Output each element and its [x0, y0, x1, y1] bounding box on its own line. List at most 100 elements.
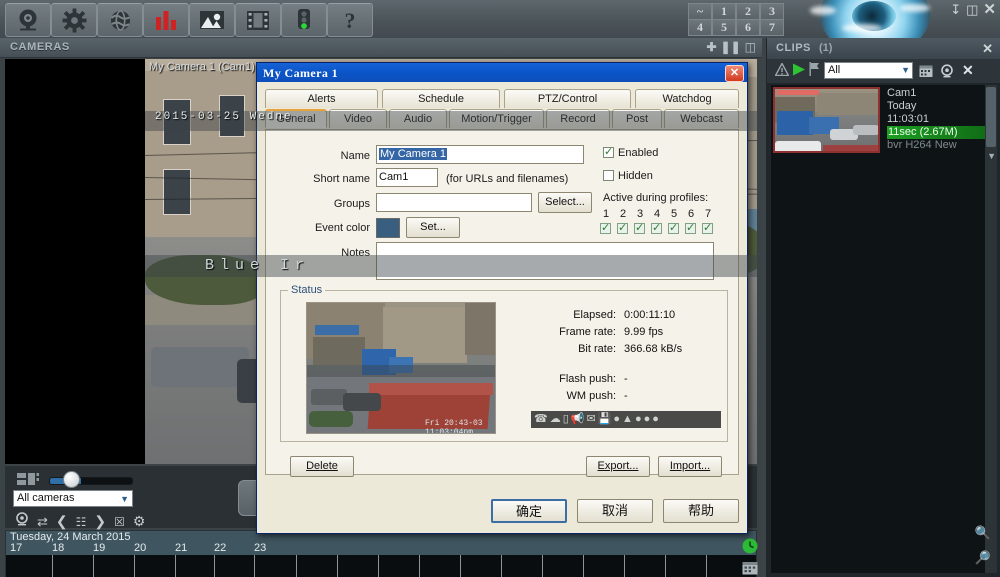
- restore-icon[interactable]: ◫: [966, 3, 978, 16]
- zoom-slider-knob[interactable]: [63, 471, 80, 488]
- profile-number: 5: [669, 208, 679, 220]
- timeline-calendar-icon[interactable]: [742, 560, 758, 577]
- enabled-checkbox[interactable]: [603, 147, 614, 158]
- hidden-checkbox[interactable]: [603, 170, 614, 181]
- minimize-to-tray-icon[interactable]: ↧: [950, 3, 961, 16]
- layout-icon[interactable]: [17, 472, 39, 490]
- camera-cell-empty[interactable]: [5, 59, 145, 464]
- profile-key-5[interactable]: 5: [712, 19, 736, 36]
- next-icon[interactable]: ❯: [94, 513, 106, 530]
- name-input[interactable]: My Camera 1: [376, 145, 584, 164]
- traffic-light-icon[interactable]: [281, 3, 327, 37]
- clip-day: Today: [887, 100, 991, 113]
- image-icon[interactable]: [189, 3, 235, 37]
- zoom-out-icon[interactable]: 🔍: [975, 525, 991, 541]
- profile-key-4[interactable]: 4: [688, 19, 712, 36]
- close-icon[interactable]: ✕: [983, 3, 996, 16]
- bit-rate-label: Bit rate:: [516, 343, 616, 355]
- event-color-swatch[interactable]: [376, 218, 400, 238]
- pause-icon[interactable]: ❚❚: [721, 40, 741, 54]
- dialog-titlebar[interactable]: My Camera 1 ✕: [257, 63, 747, 82]
- import-button-label: Import...: [670, 460, 710, 472]
- info-icon[interactable]: ●: [644, 414, 651, 425]
- profile-checkbox-6[interactable]: [685, 223, 696, 234]
- megaphone-icon[interactable]: 📢: [571, 414, 585, 425]
- clips-filter-select[interactable]: All ▼: [824, 62, 913, 79]
- clock-icon[interactable]: ●: [652, 414, 659, 425]
- play-icon[interactable]: [792, 63, 806, 81]
- help-button[interactable]: 帮助: [663, 499, 739, 523]
- clips-scrollbar-thumb[interactable]: [986, 87, 996, 147]
- timeline[interactable]: Tuesday, 24 March 2015 17 18 19 20 21 22…: [5, 530, 757, 577]
- tab-ptz-control[interactable]: PTZ/Control: [504, 89, 631, 108]
- profile-checkbox-4[interactable]: [651, 223, 662, 234]
- profile-key-1[interactable]: 1: [712, 3, 736, 20]
- profile-checkbox-5[interactable]: [668, 223, 679, 234]
- status-icon-strip: ☎ ☁ ▯ 📢 ✉ 💾 ● ▲ ● ● ●: [531, 411, 721, 428]
- zoom-in-icon[interactable]: 🔎: [975, 550, 991, 566]
- close-icon[interactable]: ✕: [982, 41, 993, 57]
- save-icon[interactable]: 💾: [598, 414, 612, 425]
- cloud-icon[interactable]: ☁: [550, 414, 561, 425]
- short-name-input[interactable]: Cam1: [376, 168, 438, 187]
- flag-icon[interactable]: [809, 62, 821, 81]
- add-icon[interactable]: ✚: [706, 40, 716, 54]
- tab-schedule[interactable]: Schedule: [382, 89, 500, 108]
- wm-push-label: WM push:: [516, 390, 616, 402]
- timeline-clock-icon[interactable]: [742, 538, 758, 559]
- alert-icon[interactable]: ▲: [622, 414, 633, 425]
- delete-x-icon[interactable]: ✕: [962, 62, 974, 79]
- export-button[interactable]: Export...: [586, 456, 650, 477]
- calendar-icon[interactable]: [919, 64, 933, 83]
- settings-gear-icon[interactable]: [51, 3, 97, 37]
- gear-icon[interactable]: ⚙: [133, 513, 146, 530]
- record-icon[interactable]: [15, 512, 29, 531]
- checkbox-icon[interactable]: ☒: [114, 515, 125, 529]
- tab-watchdog[interactable]: Watchdog: [635, 89, 739, 108]
- profile-checkbox-1[interactable]: [600, 223, 611, 234]
- chevron-down-icon[interactable]: ▼: [901, 65, 910, 75]
- profile-checkbox-3[interactable]: [634, 223, 645, 234]
- help-question-icon[interactable]: ?: [327, 3, 373, 37]
- profile-key-6[interactable]: 6: [736, 19, 760, 36]
- person-icon[interactable]: ●: [635, 414, 642, 425]
- profile-key-2[interactable]: 2: [736, 3, 760, 20]
- prev-icon[interactable]: ❮: [56, 513, 68, 530]
- alert-triangle-icon[interactable]: [775, 63, 789, 81]
- cycle-icon[interactable]: ⇄: [37, 514, 48, 530]
- ok-button[interactable]: 确定: [491, 499, 567, 523]
- profile-checkbox-7[interactable]: [702, 223, 713, 234]
- profile-keypad[interactable]: ↻ ~ 1 2 3 4 5 6 7: [665, 3, 759, 35]
- cancel-button[interactable]: 取消: [577, 499, 653, 523]
- mobile-icon[interactable]: ▯: [563, 414, 569, 425]
- phone-icon[interactable]: ☎: [534, 414, 548, 425]
- tab-alerts[interactable]: Alerts: [265, 89, 378, 108]
- cameras-panel-title: CAMERAS: [10, 41, 70, 53]
- bar-chart-icon[interactable]: [143, 3, 189, 37]
- film-icon[interactable]: [235, 3, 281, 37]
- fullscreen-icon[interactable]: ◫: [745, 40, 756, 54]
- elapsed-label: Elapsed:: [516, 309, 616, 321]
- list-item[interactable]: Cam1 Today 11:03:01 11sec (2.67M) bvr H2…: [773, 87, 991, 157]
- globe-icon[interactable]: [97, 3, 143, 37]
- profile-checkbox-2[interactable]: [617, 223, 628, 234]
- import-button[interactable]: Import...: [658, 456, 722, 477]
- chevron-down-icon[interactable]: ▼: [987, 151, 996, 161]
- event-color-set-button[interactable]: Set...: [406, 217, 460, 238]
- mail-icon[interactable]: ✉: [586, 414, 595, 425]
- profile-key-tilde[interactable]: ~: [688, 3, 712, 20]
- clips-scrollbar[interactable]: ▼: [985, 85, 997, 573]
- chevron-down-icon[interactable]: ▼: [120, 494, 129, 504]
- motion-icon[interactable]: ●: [613, 414, 620, 425]
- zoom-slider[interactable]: [49, 477, 133, 485]
- clip-thumbnail[interactable]: [773, 87, 880, 153]
- delete-button[interactable]: Delete: [290, 456, 354, 477]
- camera-select[interactable]: All cameras ▼: [13, 490, 133, 507]
- groups-input[interactable]: [376, 193, 532, 212]
- target-icon[interactable]: [940, 64, 954, 83]
- camera-icon[interactable]: [5, 3, 51, 37]
- close-icon[interactable]: ✕: [725, 65, 744, 82]
- grid-icon[interactable]: ☷: [76, 515, 87, 529]
- export-button-label: Export...: [598, 460, 639, 472]
- groups-select-button[interactable]: Select...: [538, 192, 592, 213]
